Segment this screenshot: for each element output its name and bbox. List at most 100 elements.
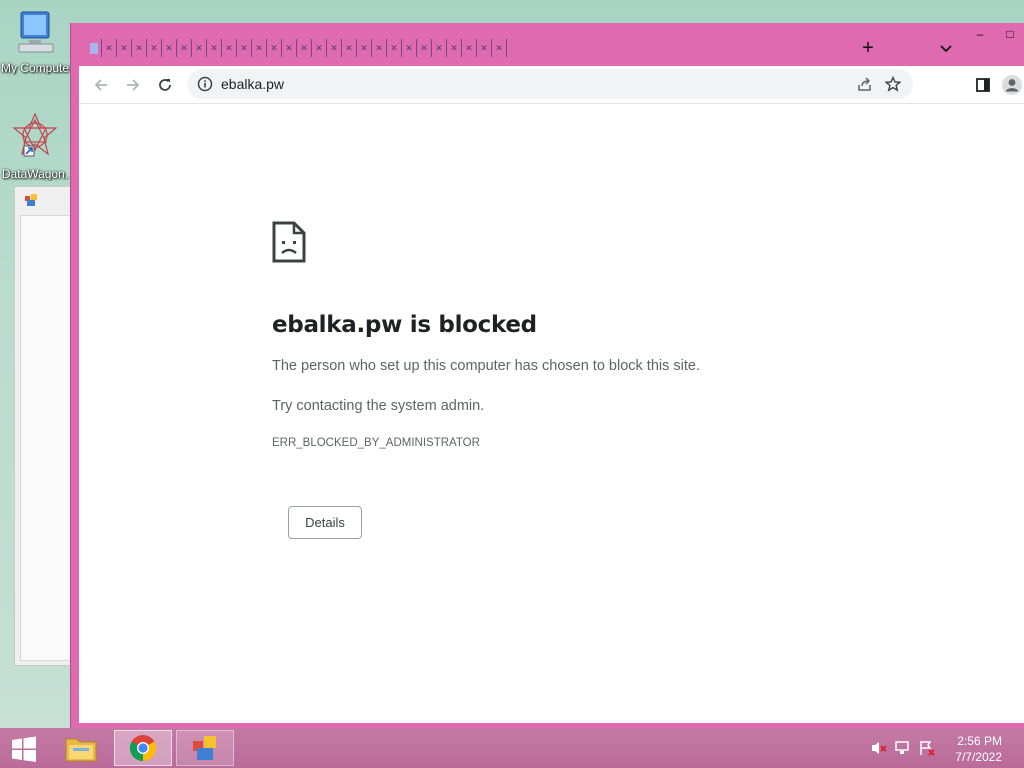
volume-muted-icon[interactable] bbox=[870, 740, 888, 756]
side-panel-icon[interactable] bbox=[975, 77, 991, 93]
back-button[interactable] bbox=[85, 69, 117, 101]
page-content: ebalka.pw is blocked The person who set … bbox=[79, 103, 1024, 723]
toolbar-right bbox=[975, 66, 1024, 103]
taskbar-chrome[interactable] bbox=[114, 730, 172, 766]
tab-favicon-icon: ✕ bbox=[360, 42, 368, 53]
tab-favicon-icon: ✕ bbox=[195, 42, 203, 53]
taskbar-file-explorer[interactable] bbox=[52, 730, 110, 766]
desktop-icon-my-computer[interactable]: My Compute bbox=[0, 10, 70, 75]
tab-favicon-icon: ✕ bbox=[90, 42, 98, 54]
omnibox-actions bbox=[857, 69, 901, 99]
background-window[interactable] bbox=[14, 186, 72, 666]
tab-favicon-icon: ✕ bbox=[105, 42, 113, 53]
tab-favicon-icon: ✕ bbox=[450, 42, 458, 53]
arrow-left-icon bbox=[94, 78, 107, 91]
browser-tab[interactable]: ✕ bbox=[132, 39, 147, 57]
tab-favicon-icon: ✕ bbox=[435, 42, 443, 53]
chevron-down-icon bbox=[940, 45, 952, 53]
browser-window: ✕ ✕ ✕ ✕ ✕ ✕ ✕ ✕ ✕ ✕ ✕ ✕ ✕ ✕ ✕ ✕ ✕ ✕ ✕ ✕ ✕ ✕ ✕ ✕ ✕ ✕ ✕ ✕ + – □ ebalk… bbox=[70, 23, 1024, 728]
folder-icon bbox=[65, 738, 97, 762]
error-title: ebalka.pw is blocked bbox=[272, 312, 537, 338]
app-window-icon bbox=[193, 736, 216, 760]
network-icon[interactable] bbox=[894, 740, 912, 756]
tab-list: ✕ ✕ ✕ ✕ ✕ ✕ ✕ ✕ ✕ ✕ ✕ ✕ ✕ ✕ ✕ ✕ ✕ ✕ ✕ ✕ ✕ ✕ ✕ ✕ ✕ ✕ ✕ ✕ bbox=[87, 39, 507, 57]
browser-tab[interactable]: ✕ bbox=[327, 39, 342, 57]
tab-favicon-icon: ✕ bbox=[285, 42, 293, 53]
tab-favicon-icon: ✕ bbox=[375, 42, 383, 53]
browser-tab[interactable]: ✕ bbox=[237, 39, 252, 57]
profile-avatar-icon[interactable] bbox=[1001, 74, 1023, 96]
browser-tab[interactable]: ✕ bbox=[477, 39, 492, 57]
clock-date: 7/7/2022 bbox=[955, 750, 1002, 764]
tab-favicon-icon: ✕ bbox=[270, 42, 278, 53]
browser-tab[interactable]: ✕ bbox=[447, 39, 462, 57]
browser-tab[interactable]: ✕ bbox=[252, 39, 267, 57]
browser-tab[interactable]: ✕ bbox=[417, 39, 432, 57]
tab-search-button[interactable] bbox=[935, 37, 957, 59]
desktop-icon-label: DataWagon. bbox=[1, 167, 69, 181]
reload-button[interactable] bbox=[149, 69, 181, 101]
taskbar-app[interactable] bbox=[176, 730, 234, 766]
browser-tab[interactable]: ✕ bbox=[387, 39, 402, 57]
browser-tab[interactable]: ✕ bbox=[432, 39, 447, 57]
tab-favicon-icon: ✕ bbox=[405, 42, 413, 53]
minimize-button[interactable]: – bbox=[965, 23, 995, 47]
browser-tab[interactable]: ✕ bbox=[87, 39, 102, 57]
tab-favicon-icon: ✕ bbox=[180, 42, 188, 53]
tab-favicon-icon: ✕ bbox=[495, 42, 503, 53]
tab-favicon-icon: ✕ bbox=[255, 42, 263, 53]
tab-favicon-icon: ✕ bbox=[240, 42, 248, 53]
window-controls: – □ bbox=[965, 23, 1024, 47]
tab-favicon-icon: ✕ bbox=[420, 42, 428, 53]
address-bar[interactable]: ebalka.pw bbox=[187, 69, 913, 99]
browser-tab[interactable]: ✕ bbox=[267, 39, 282, 57]
browser-tab[interactable]: ✕ bbox=[282, 39, 297, 57]
tab-favicon-icon: ✕ bbox=[165, 42, 173, 53]
tab-favicon-icon: ✕ bbox=[390, 42, 398, 53]
browser-tab[interactable]: ✕ bbox=[402, 39, 417, 57]
error-hint: Try contacting the system admin. bbox=[272, 398, 485, 414]
info-icon[interactable] bbox=[197, 76, 213, 92]
new-tab-button[interactable]: + bbox=[857, 37, 879, 59]
share-icon[interactable] bbox=[857, 76, 873, 92]
browser-tab[interactable]: ✕ bbox=[192, 39, 207, 57]
maximize-button[interactable]: □ bbox=[995, 23, 1024, 47]
taskbar: 2:56 PM 7/7/2022 bbox=[0, 728, 1024, 768]
reload-icon bbox=[159, 78, 171, 91]
browser-tab[interactable]: ✕ bbox=[312, 39, 327, 57]
browser-tab[interactable]: ✕ bbox=[222, 39, 237, 57]
desktop-icon-datawagon[interactable]: DataWagon. bbox=[0, 112, 70, 181]
clock-time: 2:56 PM bbox=[957, 734, 1002, 748]
star-icon[interactable] bbox=[885, 76, 901, 92]
browser-tab[interactable]: ✕ bbox=[162, 39, 177, 57]
browser-tab[interactable]: ✕ bbox=[297, 39, 312, 57]
error-code: ERR_BLOCKED_BY_ADMINISTRATOR bbox=[272, 437, 480, 449]
browser-tab[interactable]: ✕ bbox=[492, 39, 507, 57]
start-button[interactable] bbox=[6, 734, 42, 764]
browser-tab[interactable]: ✕ bbox=[372, 39, 387, 57]
details-button[interactable]: Details bbox=[288, 506, 362, 539]
tab-favicon-icon: ✕ bbox=[330, 42, 338, 53]
browser-tab[interactable]: ✕ bbox=[117, 39, 132, 57]
windows-logo-icon bbox=[12, 736, 36, 762]
tab-favicon-icon: ✕ bbox=[210, 42, 218, 53]
browser-tab[interactable]: ✕ bbox=[147, 39, 162, 57]
tab-favicon-icon: ✕ bbox=[480, 42, 488, 53]
action-center-flag-icon[interactable] bbox=[918, 740, 936, 756]
forward-button[interactable] bbox=[117, 69, 149, 101]
browser-tab[interactable]: ✕ bbox=[177, 39, 192, 57]
browser-tab[interactable]: ✕ bbox=[462, 39, 477, 57]
browser-tab[interactable]: ✕ bbox=[207, 39, 222, 57]
browser-tab[interactable]: ✕ bbox=[357, 39, 372, 57]
clock[interactable]: 2:56 PM 7/7/2022 bbox=[955, 733, 1002, 765]
tab-strip: ✕ ✕ ✕ ✕ ✕ ✕ ✕ ✕ ✕ ✕ ✕ ✕ ✕ ✕ ✕ ✕ ✕ ✕ ✕ ✕ ✕ ✕ ✕ ✕ ✕ ✕ ✕ ✕ + – □ bbox=[71, 23, 1024, 66]
computer-icon bbox=[18, 11, 54, 53]
desktop-icon-label: My Compute bbox=[0, 61, 70, 75]
tab-favicon-icon: ✕ bbox=[315, 42, 323, 53]
url-text[interactable]: ebalka.pw bbox=[221, 76, 284, 92]
browser-tab[interactable]: ✕ bbox=[342, 39, 357, 57]
app-window-icon bbox=[25, 194, 37, 206]
tab-favicon-icon: ✕ bbox=[300, 42, 308, 53]
browser-tab[interactable]: ✕ bbox=[102, 39, 117, 57]
browser-toolbar: ebalka.pw bbox=[79, 66, 1024, 103]
